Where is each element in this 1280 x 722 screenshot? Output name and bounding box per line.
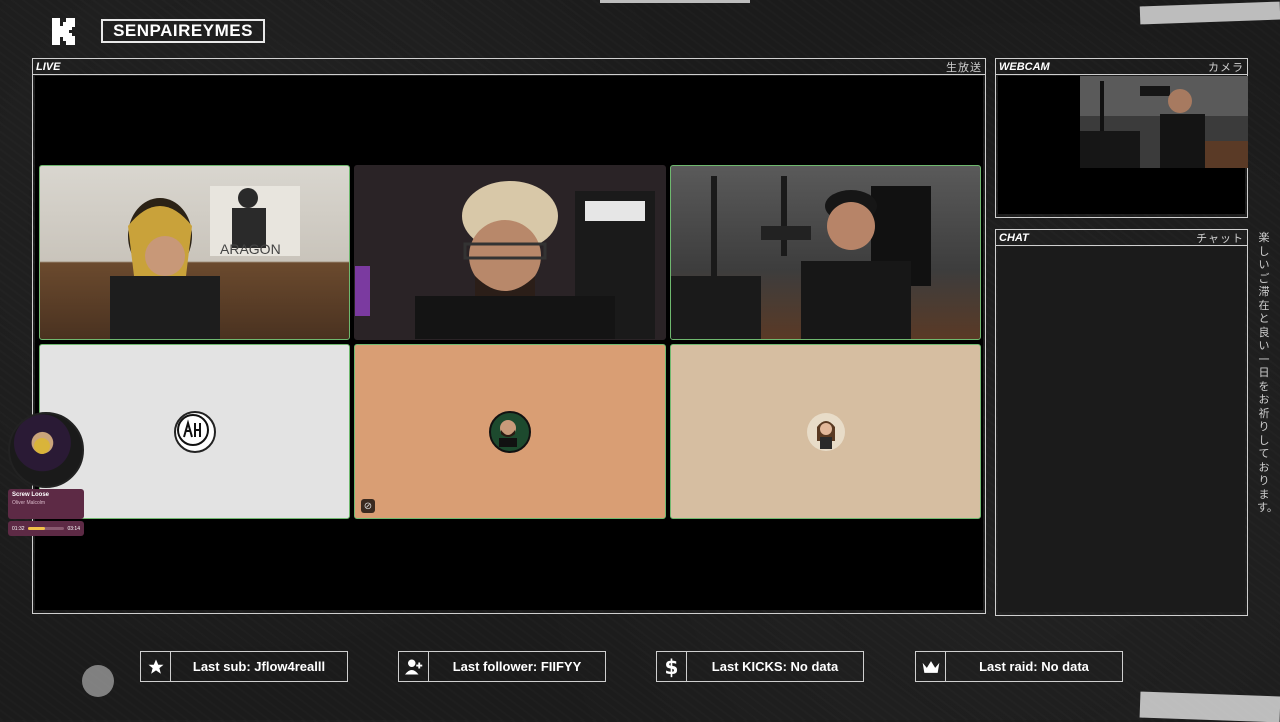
participant-tile-1[interactable]: ARAGON xyxy=(39,165,350,340)
dollar-icon: $ xyxy=(657,652,687,681)
female-avatar-icon xyxy=(816,420,835,449)
last-kicks-label: Last KICKS: No data xyxy=(711,659,839,674)
crown-icon xyxy=(916,652,946,681)
now-playing-widget: Screw Loose Oliver Malcolm 01:32 03:14 xyxy=(8,412,84,536)
song-duration: 03:14 xyxy=(67,525,80,532)
channel-name: SENPAIREYMES xyxy=(101,19,265,43)
webcam-video xyxy=(1080,76,1248,168)
last-sub-stat: Last sub: Jflow4realll xyxy=(140,651,348,682)
chat-messages-area[interactable] xyxy=(998,247,1245,612)
progress-track xyxy=(27,527,65,530)
participant-tile-3[interactable] xyxy=(670,165,981,340)
song-elapsed: 01:32 xyxy=(12,525,25,532)
grunge-edge-bottom-right xyxy=(1139,691,1280,722)
star-icon xyxy=(141,652,171,681)
last-kicks-stat: $ Last KICKS: No data xyxy=(656,651,864,682)
song-artist: Oliver Malcolm xyxy=(12,500,46,506)
last-raid-label: Last raid: No data xyxy=(979,659,1089,674)
last-follower-label: Last follower: FIIFYY xyxy=(452,659,582,674)
coin-icon xyxy=(34,438,50,454)
webcam-panel: WEBCAM カメラ xyxy=(995,58,1248,218)
ahn-logo-icon xyxy=(176,413,209,446)
chat-panel-header: CHAT チャット xyxy=(996,230,1247,246)
participant-tile-6[interactable] xyxy=(670,344,981,519)
decorative-circle xyxy=(82,665,114,697)
webcam-title-jp: カメラ xyxy=(1208,61,1244,74)
chat-title-jp: チャット xyxy=(1196,232,1244,245)
webcam-panel-header: WEBCAM カメラ xyxy=(996,59,1247,75)
participant-video-1: ARAGON xyxy=(110,186,300,339)
progress-fill xyxy=(27,527,45,530)
song-progress: 01:32 03:14 xyxy=(8,521,84,536)
participant-tile-5[interactable]: ⊘ xyxy=(354,344,666,519)
side-message: 楽しいご滞在と良い一日をお祈りしております。 xyxy=(1257,232,1278,514)
participant-avatar-4 xyxy=(173,410,216,453)
participant-tile-2[interactable] xyxy=(354,165,666,340)
mute-icon[interactable]: ⊘ xyxy=(361,499,375,513)
live-title-jp: 生放送 xyxy=(946,61,982,74)
user-plus-icon xyxy=(399,652,429,681)
participant-avatar-6 xyxy=(806,412,845,451)
last-sub-label: Last sub: Jflow4realll xyxy=(192,659,326,674)
live-video-area: ARAGON ⊘ xyxy=(35,76,983,610)
live-panel-header: LIVE 生放送 xyxy=(33,59,985,75)
webcam-title: WEBCAM xyxy=(999,60,1050,73)
chat-title: CHAT xyxy=(999,231,1029,244)
live-panel: LIVE 生放送 ARAGON ⊘ xyxy=(32,58,986,614)
album-cover xyxy=(8,412,84,488)
svg-text:ARAGON: ARAGON xyxy=(220,241,281,257)
chat-panel: CHAT チャット xyxy=(995,229,1248,616)
grunge-edge-top xyxy=(600,0,750,3)
participant-tile-4[interactable] xyxy=(39,344,350,519)
grunge-edge-top-right xyxy=(1139,1,1280,25)
participant-video-3 xyxy=(671,176,931,339)
song-title: Screw Loose xyxy=(12,492,50,498)
webcam-feed-area xyxy=(998,76,1248,214)
bearded-avatar-icon xyxy=(499,419,517,447)
last-raid-stat: Last raid: No data xyxy=(915,651,1123,682)
participant-avatar-5 xyxy=(489,410,531,453)
participant-video-2 xyxy=(355,181,655,339)
last-follower-stat: Last follower: FIIFYY xyxy=(398,651,606,682)
song-info: Screw Loose Oliver Malcolm xyxy=(8,489,84,519)
live-title: LIVE xyxy=(36,60,61,73)
kick-logo-icon xyxy=(52,18,75,45)
